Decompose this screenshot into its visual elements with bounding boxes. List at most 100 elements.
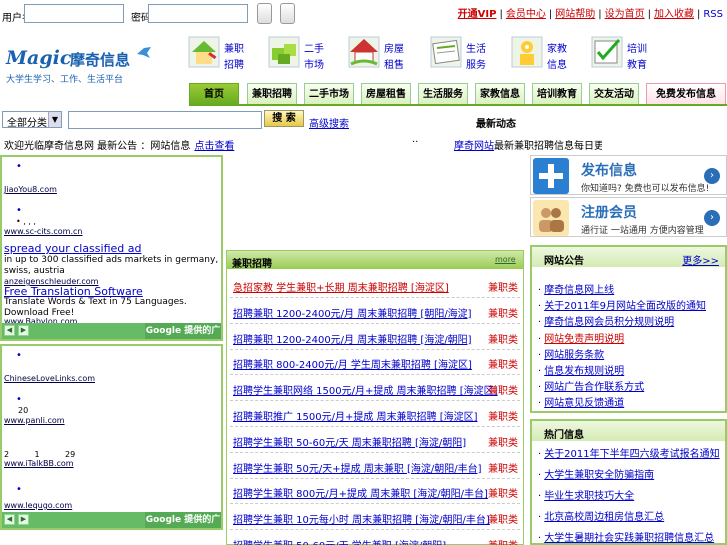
- ad-url[interactable]: www.lequgo.com: [4, 501, 72, 510]
- help-link[interactable]: 网站帮助: [555, 9, 595, 20]
- list-item-link[interactable]: 网站意见反馈通道: [544, 398, 624, 409]
- register-button[interactable]: [280, 3, 295, 24]
- list-item[interactable]: · 关于2011年9月网站全面改版的通知: [538, 297, 706, 312]
- tab-tutoring[interactable]: 家教信息: [475, 83, 525, 105]
- ad-url[interactable]: ChineseLoveLinks.com: [4, 374, 95, 383]
- list-item[interactable]: · 网站广告合作联系方式: [538, 378, 644, 393]
- list-item-link[interactable]: 大学生兼职安全防骗指南: [544, 470, 654, 481]
- register-promo[interactable]: 注册会员 通行证 一站通用 方便内容管理 ›: [530, 197, 727, 237]
- ad-url[interactable]: www.iTalkBB.com: [4, 459, 74, 468]
- username-input[interactable]: [24, 4, 124, 23]
- search-input[interactable]: [68, 111, 262, 129]
- job-row[interactable]: 招聘学生兼职 50-60元/天 周末兼职招聘 [海淀/朝阳] 兼职类: [230, 427, 520, 453]
- list-item[interactable]: · 信息发布规则说明: [538, 362, 624, 377]
- list-item-link[interactable]: 信息发布规则说明: [544, 366, 624, 377]
- job-title-link[interactable]: 招聘学生兼职 800元/月+提成 周末兼职 [海淀/朝阳/丰台]: [233, 485, 488, 500]
- arrow-right-icon[interactable]: ›: [704, 168, 720, 184]
- job-title-link[interactable]: 招聘学生兼职 50-60元/天 周末兼职招聘 [海淀/朝阳]: [233, 434, 466, 449]
- jobs-more-link[interactable]: more: [495, 255, 516, 264]
- advanced-search-link[interactable]: 高级搜索: [309, 115, 349, 130]
- list-item-link[interactable]: 关于2011年9月网站全面改版的通知: [544, 301, 706, 312]
- tab-home[interactable]: 首页: [189, 83, 239, 105]
- tab-housing[interactable]: 房屋租售: [361, 83, 411, 105]
- list-item-link[interactable]: 摩奇信息网会员积分规则说明: [544, 317, 674, 328]
- google-ads-label[interactable]: Google 提供的广告: [145, 512, 221, 528]
- job-row[interactable]: 招聘学生兼职 10元每小时 周末兼职招聘 [海淀/朝阳/丰台] 兼职类: [230, 504, 520, 531]
- rss-link[interactable]: RSS: [703, 9, 723, 20]
- tab-social[interactable]: 交友活动: [589, 83, 639, 105]
- ticker-site-link[interactable]: 摩奇网站: [454, 141, 494, 152]
- next-arrow-icon[interactable]: ▶: [18, 514, 29, 525]
- vip-link[interactable]: 开通VIP: [458, 9, 497, 20]
- job-title-link[interactable]: 招聘学生兼职 50-60元/天 学生兼职 [海淀/朝阳]: [233, 537, 446, 545]
- category-select[interactable]: 全部分类 ▼: [2, 111, 62, 129]
- ad-text: 20: [18, 406, 29, 415]
- google-ads-label[interactable]: Google 提供的广告: [145, 323, 221, 339]
- icon-nav-secondhand[interactable]: 二手 市场: [266, 34, 336, 74]
- icon-nav-label-1: 二手: [304, 44, 324, 55]
- list-item[interactable]: · 关于2011年下半年四六级考试报名通知: [538, 445, 720, 460]
- favorite-link[interactable]: 加入收藏: [654, 9, 694, 20]
- job-title-link[interactable]: 招聘学生兼职 10元每小时 周末兼职招聘 [海淀/朝阳/丰台]: [233, 511, 490, 526]
- job-row[interactable]: 招聘学生兼职网络 1500元/月+提成 周末兼职招聘 [海淀区] 兼职类: [230, 375, 520, 402]
- list-item-link[interactable]: 毕业生求职技巧大全: [544, 491, 634, 502]
- list-item-link[interactable]: 摩奇信息网上线: [544, 285, 614, 296]
- job-row[interactable]: 招聘学生兼职 800元/月+提成 周末兼职 [海淀/朝阳/丰台] 兼职类: [230, 478, 520, 505]
- ad-headline[interactable]: spread your classified ad: [4, 242, 141, 255]
- list-item-link[interactable]: 网站服务条款: [544, 350, 604, 361]
- set-homepage-link[interactable]: 设为首页: [605, 9, 645, 20]
- member-center-link[interactable]: 会员中心: [506, 9, 546, 20]
- list-item[interactable]: · 大学生暑期社会实践兼职招聘信息汇总: [538, 529, 714, 544]
- list-item-link[interactable]: 网站免责声明说明: [544, 334, 624, 345]
- tab-services[interactable]: 生活服务: [418, 83, 468, 105]
- job-row[interactable]: 招聘兼职 800-2400元/月 学生周末兼职招聘 [海淀区] 兼职类: [230, 349, 520, 376]
- tab-jobs[interactable]: 兼职招聘: [247, 83, 297, 105]
- icon-nav-training[interactable]: 培训 教育: [589, 34, 659, 74]
- tab-free-post[interactable]: 免费发布信息: [646, 83, 726, 105]
- tab-secondhand[interactable]: 二手市场: [304, 83, 354, 105]
- job-title-link[interactable]: 招聘学生兼职网络 1500元/月+提成 周末兼职招聘 [海淀区]: [233, 382, 498, 397]
- job-row[interactable]: 招聘学生兼职 50元/天+提成 周末兼职 [海淀/朝阳/丰台] 兼职类: [230, 453, 520, 479]
- list-item[interactable]: · 北京高校周边租房信息汇总: [538, 508, 664, 523]
- login-button[interactable]: [257, 3, 272, 24]
- icon-nav-jobs[interactable]: 兼职 招聘: [186, 34, 256, 74]
- list-item[interactable]: · 网站免责声明说明: [538, 330, 624, 345]
- announcement-link[interactable]: 点击查看: [194, 141, 234, 152]
- prev-arrow-icon[interactable]: ◀: [4, 514, 15, 525]
- arrow-right-icon[interactable]: ›: [704, 210, 720, 226]
- list-item-link[interactable]: 网站广告合作联系方式: [544, 382, 644, 393]
- icon-nav-housing[interactable]: 房屋 租售: [346, 34, 416, 74]
- list-item[interactable]: · 网站意见反馈通道: [538, 394, 624, 409]
- ad-url[interactable]: www.sc-cits.com.cn: [4, 227, 82, 236]
- job-row[interactable]: 急招家教 学生兼职+长期 周末兼职招聘 [海淀区] 兼职类: [230, 272, 520, 298]
- prev-arrow-icon[interactable]: ◀: [4, 325, 15, 336]
- ad-url[interactable]: www.panli.com: [4, 416, 65, 425]
- job-title-link[interactable]: 招聘兼职推广 1500元/月+提成 周末兼职招聘 [海淀区]: [233, 408, 478, 423]
- job-title-link[interactable]: 招聘兼职 800-2400元/月 学生周末兼职招聘 [海淀区]: [233, 356, 472, 371]
- job-row[interactable]: 招聘兼职 1200-2400元/月 周末兼职招聘 [海淀/朝阳] 兼职类: [230, 324, 520, 350]
- job-title-link[interactable]: 招聘学生兼职 50元/天+提成 周末兼职 [海淀/朝阳/丰台]: [233, 460, 482, 475]
- tab-training[interactable]: 培训教育: [532, 83, 582, 105]
- list-item[interactable]: · 摩奇信息网上线: [538, 281, 614, 296]
- list-item[interactable]: · 摩奇信息网会员积分规则说明: [538, 313, 674, 328]
- icon-nav-services[interactable]: 生活 服务: [428, 34, 498, 74]
- job-row[interactable]: 招聘学生兼职 50-60元/天 学生兼职 [海淀/朝阳] 兼职类: [230, 530, 520, 545]
- list-item[interactable]: · 大学生兼职安全防骗指南: [538, 466, 654, 481]
- list-item-link[interactable]: 关于2011年下半年四六级考试报名通知: [544, 449, 719, 460]
- job-title-link[interactable]: 急招家教 学生兼职+长期 周末兼职招聘 [海淀区]: [233, 279, 449, 294]
- job-title-link[interactable]: 招聘兼职 1200-2400元/月 周末兼职招聘 [朝阳/海淀]: [233, 305, 472, 320]
- list-item[interactable]: · 毕业生求职技巧大全: [538, 487, 634, 502]
- post-info-promo[interactable]: 发布信息 你知道吗? 免费也可以发布信息! ›: [530, 155, 727, 195]
- search-button[interactable]: 搜 索: [264, 110, 304, 127]
- ad-url[interactable]: JiaoYou8.com: [4, 185, 57, 194]
- next-arrow-icon[interactable]: ▶: [18, 325, 29, 336]
- job-row[interactable]: 招聘兼职 1200-2400元/月 周末兼职招聘 [朝阳/海淀] 兼职类: [230, 298, 520, 324]
- job-row[interactable]: 招聘兼职推广 1500元/月+提成 周末兼职招聘 [海淀区] 兼职类: [230, 401, 520, 427]
- password-input[interactable]: [148, 4, 248, 23]
- list-item-link[interactable]: 北京高校周边租房信息汇总: [544, 512, 664, 523]
- icon-nav-tutoring[interactable]: 家教 信息: [509, 34, 579, 74]
- announcements-more-link[interactable]: 更多>>: [682, 252, 719, 267]
- list-item-link[interactable]: 大学生暑期社会实践兼职招聘信息汇总: [544, 533, 714, 544]
- list-item[interactable]: · 网站服务条款: [538, 346, 604, 361]
- job-title-link[interactable]: 招聘兼职 1200-2400元/月 周末兼职招聘 [海淀/朝阳]: [233, 331, 472, 346]
